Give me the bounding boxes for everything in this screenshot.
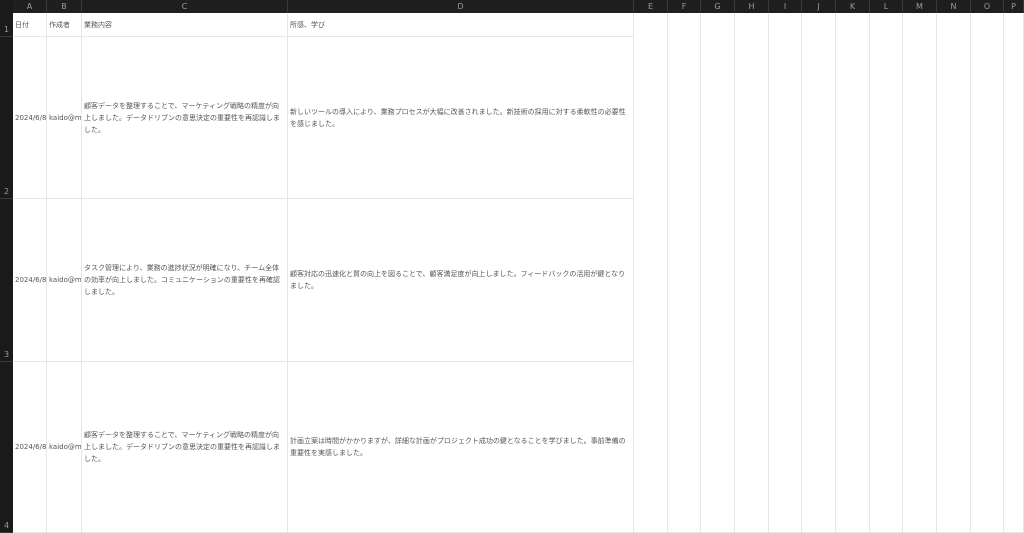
column-n-cells[interactable]	[937, 13, 971, 533]
column-p-cells[interactable]	[1004, 13, 1024, 533]
spreadsheet-grid: A B C D E F G H I J K L M N O P 1 2 3 4 …	[0, 0, 1024, 533]
reflection-text: 計画立案は時間がかかりますが、詳細な計画がプロジェクト成功の鍵となることを学びま…	[290, 437, 626, 457]
col-header-h[interactable]: H	[735, 0, 769, 13]
cell-b4[interactable]: kaido@mo	[47, 362, 82, 533]
col-header-g[interactable]: G	[701, 0, 735, 13]
col-header-f[interactable]: F	[668, 0, 701, 13]
col-header-i[interactable]: I	[769, 0, 802, 13]
cell-a3[interactable]: 2024/6/8	[13, 199, 47, 362]
column-m-cells[interactable]	[903, 13, 937, 533]
cell-d3[interactable]: 顧客対応の迅速化と質の向上を図ることで、顧客満足度が向上しました。フィードバック…	[288, 199, 634, 362]
cell-a4[interactable]: 2024/6/8	[13, 362, 47, 533]
row-number: 3	[3, 350, 10, 359]
select-all-corner[interactable]	[0, 0, 13, 13]
author-value: kaido@mo	[49, 113, 82, 122]
col-header-l[interactable]: L	[870, 0, 903, 13]
row-number: 1	[3, 25, 10, 34]
row-number: 4	[3, 521, 10, 530]
row-header-2[interactable]: 2	[0, 37, 13, 199]
col-header-c[interactable]: C	[82, 0, 288, 13]
cell-d1[interactable]: 所感、学び	[288, 13, 634, 37]
reflection-text: 顧客対応の迅速化と質の向上を図ることで、顧客満足度が向上しました。フィードバック…	[290, 270, 626, 290]
cell-c3[interactable]: タスク管理により、業務の進捗状況が明確になり、チーム全体の効率が向上しました。コ…	[82, 199, 288, 362]
author-value: kaido@mo	[49, 443, 82, 451]
date-value: 2024/6/8	[15, 276, 47, 284]
col-header-m[interactable]: M	[903, 0, 937, 13]
cell-d2[interactable]: 新しいツールの導入により、業務プロセスが大幅に改善されました。新技術の採用に対す…	[288, 37, 634, 199]
cell-c2[interactable]: 顧客データを整理することで、マーケティング戦略の精度が向上しました。データドリブ…	[82, 37, 288, 199]
header-reflection: 所感、学び	[290, 20, 325, 29]
column-o-cells[interactable]	[971, 13, 1004, 533]
cell-c4[interactable]: 顧客データを整理することで、マーケティング戦略の精度が向上しました。データドリブ…	[82, 362, 288, 533]
reflection-text: 新しいツールの導入により、業務プロセスが大幅に改善されました。新技術の採用に対す…	[290, 107, 626, 128]
cell-d4[interactable]: 計画立案は時間がかかりますが、詳細な計画がプロジェクト成功の鍵となることを学びま…	[288, 362, 634, 533]
col-header-d[interactable]: D	[288, 0, 634, 13]
column-i-cells[interactable]	[769, 13, 802, 533]
col-header-e[interactable]: E	[634, 0, 668, 13]
column-e-cells[interactable]	[634, 13, 668, 533]
col-header-p[interactable]: P	[1004, 0, 1024, 13]
cell-c1[interactable]: 業務内容	[82, 13, 288, 37]
row-header-4[interactable]: 4	[0, 362, 13, 533]
row-number: 2	[3, 187, 10, 196]
row-header-3[interactable]: 3	[0, 199, 13, 362]
col-header-b[interactable]: B	[47, 0, 82, 13]
column-f-cells[interactable]	[668, 13, 701, 533]
header-date: 日付	[15, 20, 29, 29]
cell-b1[interactable]: 作成者	[47, 13, 82, 37]
column-k-cells[interactable]	[836, 13, 870, 533]
column-l-cells[interactable]	[870, 13, 903, 533]
date-value: 2024/6/8	[15, 443, 47, 451]
col-header-n[interactable]: N	[937, 0, 971, 13]
cell-a2[interactable]: 2024/6/8	[13, 37, 47, 199]
task-text: タスク管理により、業務の進捗状況が明確になり、チーム全体の効率が向上しました。コ…	[84, 264, 280, 296]
column-j-cells[interactable]	[802, 13, 836, 533]
col-header-j[interactable]: J	[802, 0, 836, 13]
header-task: 業務内容	[84, 20, 112, 29]
cell-a1[interactable]: 日付	[13, 13, 47, 37]
cell-b2[interactable]: kaido@mo	[47, 37, 82, 199]
row-header-1[interactable]: 1	[0, 13, 13, 37]
author-value: kaido@mo	[49, 276, 82, 284]
cell-b3[interactable]: kaido@mo	[47, 199, 82, 362]
task-text: 顧客データを整理することで、マーケティング戦略の精度が向上しました。データドリブ…	[84, 101, 280, 134]
task-text: 顧客データを整理することで、マーケティング戦略の精度が向上しました。データドリブ…	[84, 431, 280, 463]
column-h-cells[interactable]	[735, 13, 769, 533]
header-author: 作成者	[49, 20, 70, 29]
col-header-o[interactable]: O	[971, 0, 1004, 13]
column-g-cells[interactable]	[701, 13, 735, 533]
col-header-a[interactable]: A	[13, 0, 47, 13]
date-value: 2024/6/8	[15, 113, 47, 122]
col-header-k[interactable]: K	[836, 0, 870, 13]
